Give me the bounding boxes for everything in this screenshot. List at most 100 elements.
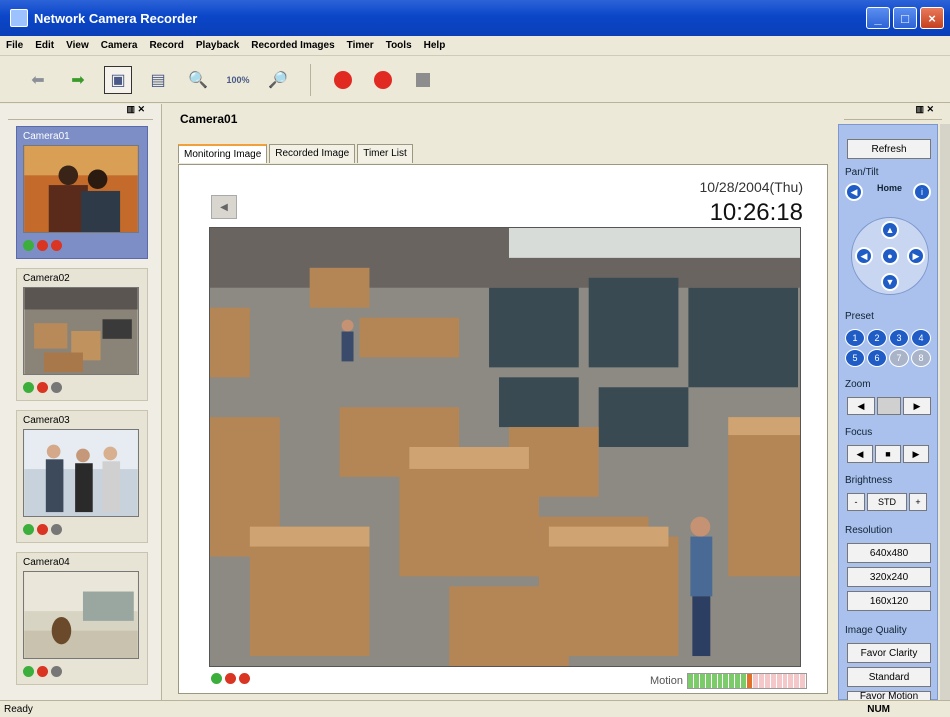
focus-auto-button[interactable]: ■ <box>875 445 901 463</box>
camera-item-01[interactable]: Camera01 <box>16 126 148 259</box>
tab-recorded-image[interactable]: Recorded Image <box>269 144 356 163</box>
motion-meter <box>687 673 807 689</box>
menu-help[interactable]: Help <box>424 40 446 51</box>
home-position-icon[interactable]: ● <box>881 247 899 265</box>
snapshot-button[interactable]: ◀ <box>211 195 237 219</box>
camera-name: Camera02 <box>23 273 70 284</box>
live-video-feed[interactable] <box>209 227 801 667</box>
status-red-icon <box>37 524 48 535</box>
camera-list-pane: ▥ ✕ Camera01 Camera02 Camera03 Camera04 <box>0 104 162 700</box>
status-gray-icon <box>51 666 62 677</box>
tilt-down-icon[interactable]: ▼ <box>881 273 899 291</box>
preset-3-button[interactable]: 3 <box>889 329 909 347</box>
info-icon[interactable]: i <box>913 183 931 201</box>
focus-far-button[interactable]: ▶ <box>903 445 929 463</box>
control-pane-scrollbar[interactable] <box>940 124 950 700</box>
menu-bar: File Edit View Camera Record Playback Re… <box>0 36 950 56</box>
forward-arrow-icon[interactable]: ➡ <box>64 66 92 94</box>
motion-meter-segment <box>800 674 807 688</box>
pan-right-icon[interactable]: ▶ <box>907 247 925 265</box>
preset-2-button[interactable]: 2 <box>867 329 887 347</box>
status-green-icon <box>211 673 222 684</box>
record-button[interactable] <box>329 66 357 94</box>
app-icon <box>10 9 28 27</box>
tab-monitoring-image[interactable]: Monitoring Image <box>178 144 268 163</box>
focus-label: Focus <box>845 427 873 438</box>
status-gray-icon <box>51 524 62 535</box>
zoom-level[interactable]: 100% <box>224 66 252 94</box>
brightness-down-button[interactable]: - <box>847 493 865 511</box>
quality-clarity-button[interactable]: Favor Clarity <box>847 643 931 663</box>
minimize-button[interactable]: _ <box>866 7 890 29</box>
maximize-button[interactable]: □ <box>893 7 917 29</box>
record-icon <box>334 70 352 89</box>
timer-record-button[interactable] <box>369 66 397 94</box>
image-quality-label: Image Quality <box>845 625 907 636</box>
zoom-wide-button[interactable]: ◀ <box>847 397 875 415</box>
menu-recorded-images[interactable]: Recorded Images <box>251 40 334 51</box>
preset-1-button[interactable]: 1 <box>845 329 865 347</box>
menu-file[interactable]: File <box>6 40 23 51</box>
tab-timer-list[interactable]: Timer List <box>357 144 413 163</box>
current-date: 10/28/2004(Thu) <box>699 179 803 195</box>
tilt-up-icon[interactable]: ▲ <box>881 221 899 239</box>
zoom-label: Zoom <box>845 379 871 390</box>
camera-name: Camera01 <box>23 131 70 142</box>
close-button[interactable]: × <box>920 7 944 29</box>
pan-left-icon[interactable]: ◀ <box>845 183 863 201</box>
resolution-320-button[interactable]: 320x240 <box>847 567 931 587</box>
quality-standard-button[interactable]: Standard <box>847 667 931 687</box>
pane-controls[interactable]: ▥ ✕ <box>8 104 153 120</box>
brightness-controls: - STD + <box>847 493 927 511</box>
camera-item-03[interactable]: Camera03 <box>16 410 148 543</box>
back-arrow-icon[interactable]: ⬅ <box>24 66 52 94</box>
refresh-button[interactable]: Refresh <box>847 139 931 159</box>
preset-4-button[interactable]: 4 <box>911 329 931 347</box>
menu-view[interactable]: View <box>66 40 89 51</box>
status-recording-icon <box>239 673 250 684</box>
title-bar: Network Camera Recorder _ □ × <box>0 0 950 36</box>
camera-thumbnail <box>23 429 139 517</box>
menu-edit[interactable]: Edit <box>35 40 54 51</box>
status-red-icon <box>37 240 48 251</box>
brightness-value: STD <box>867 493 907 511</box>
focus-near-button[interactable]: ◀ <box>847 445 873 463</box>
pan-left-pad-icon[interactable]: ◀ <box>855 247 873 265</box>
single-view-icon[interactable]: ▣ <box>104 65 132 94</box>
resolution-label: Resolution <box>845 525 893 536</box>
preset-5-button[interactable]: 5 <box>845 349 865 367</box>
multi-view-icon[interactable]: ▤ <box>144 66 172 94</box>
pane-controls[interactable]: ▥ ✕ <box>844 104 942 120</box>
camera-thumbnail <box>23 287 139 375</box>
preset-6-button[interactable]: 6 <box>867 349 887 367</box>
menu-camera[interactable]: Camera <box>101 40 138 51</box>
resolution-160-button[interactable]: 160x120 <box>847 591 931 611</box>
home-label[interactable]: Home <box>877 183 902 193</box>
monitoring-panel: ◀ 10/28/2004(Thu) 10:26:18 Motion <box>178 164 828 694</box>
control-pane: ▥ ✕ Refresh Pan/Tilt ◀ Home i ▲ ◀ ● ▶ ▼ … <box>836 104 950 701</box>
window-title: Network Camera Recorder <box>34 10 198 26</box>
zoom-tele-button[interactable]: ▶ <box>903 397 931 415</box>
zoom-in-icon[interactable]: 🔎 <box>264 66 292 94</box>
preset-8-button[interactable]: 8 <box>911 349 931 367</box>
menu-playback[interactable]: Playback <box>196 40 239 51</box>
preset-7-button[interactable]: 7 <box>889 349 909 367</box>
camera-control-panel: Refresh Pan/Tilt ◀ Home i ▲ ◀ ● ▶ ▼ Pres… <box>838 124 938 701</box>
brightness-up-button[interactable]: + <box>909 493 927 511</box>
menu-record[interactable]: Record <box>149 40 183 51</box>
num-lock-indicator: NUM <box>867 703 890 715</box>
resolution-640-button[interactable]: 640x480 <box>847 543 931 563</box>
status-green-icon <box>23 666 34 677</box>
camera-item-04[interactable]: Camera04 <box>16 552 148 685</box>
timer-record-icon <box>374 70 392 89</box>
focus-controls: ◀ ■ ▶ <box>847 445 929 463</box>
status-text: Ready <box>4 703 33 715</box>
menu-tools[interactable]: Tools <box>386 40 412 51</box>
zoom-slider[interactable] <box>877 397 901 415</box>
menu-timer[interactable]: Timer <box>347 40 374 51</box>
zoom-out-icon[interactable]: 🔍 <box>184 66 212 94</box>
zoom-controls: ◀ ▶ <box>847 397 931 415</box>
stop-button[interactable] <box>409 66 437 94</box>
camera-item-02[interactable]: Camera02 <box>16 268 148 401</box>
motion-label: Motion <box>649 675 683 687</box>
